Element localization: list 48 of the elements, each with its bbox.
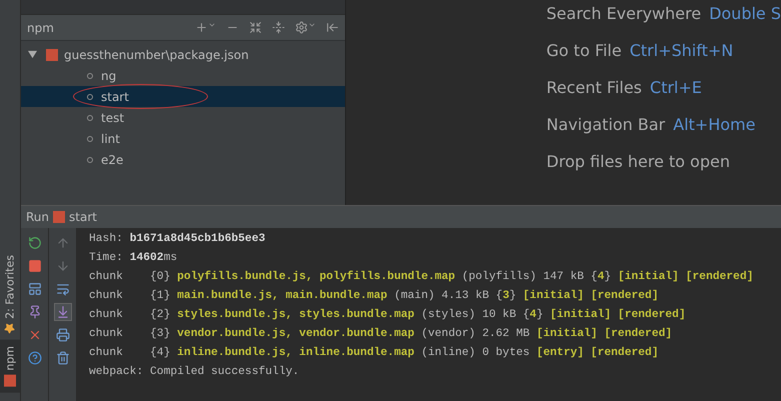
hint-label: Navigation Bar	[546, 114, 666, 134]
settings-icon[interactable]	[295, 21, 316, 34]
console-line: chunk {2} styles.bundle.js, styles.bundle.map (styles) 10 kB {4} [initial] [rendered]	[89, 308, 687, 323]
print-button[interactable]	[54, 326, 72, 344]
script-item[interactable]: e2e	[21, 149, 346, 170]
package-icon	[46, 48, 58, 60]
bullet-icon	[87, 72, 93, 78]
side-tab[interactable]: npm	[0, 340, 20, 393]
bullet-icon	[87, 94, 93, 100]
package-label: guessthenumber\package.json	[64, 48, 249, 62]
bullet-icon	[87, 156, 93, 162]
add-icon[interactable]	[195, 21, 216, 34]
star-icon	[4, 323, 16, 334]
console-line: chunk {0} polyfills.bundle.js, polyfills.bundle.map (polyfills) 147 kB {4} [initial] [rendered]	[89, 270, 754, 285]
panel-title: npm	[27, 20, 55, 34]
expand-icon[interactable]	[249, 21, 262, 34]
hint-label: Go to File	[546, 40, 622, 60]
script-item[interactable]: ng	[21, 65, 346, 86]
console-line: chunk {1} main.bundle.js, main.bundle.map (main) 4.13 kB {3} [initial] [rendered]	[89, 288, 660, 304]
run-config: start	[69, 210, 97, 224]
shortcut-text: Alt+Home	[673, 114, 756, 134]
collapse-icon[interactable]	[272, 21, 286, 34]
npm-icon	[53, 211, 66, 223]
arrow-up-icon	[56, 236, 70, 250]
side-tab[interactable]: 2: Favorites	[0, 249, 20, 340]
help-button[interactable]	[26, 349, 44, 367]
script-item[interactable]: lint	[21, 128, 346, 149]
console-line: Hash: b1671a8d45cb1b6b5ee3	[89, 232, 266, 247]
shortcut-text: Ctrl+E	[650, 78, 702, 96]
console-line: Time: 14602ms	[89, 250, 178, 266]
npm-icon	[4, 375, 16, 387]
shortcut-text: Double S	[709, 4, 781, 22]
script-item[interactable]: test	[21, 107, 346, 128]
drop-hint: Drop files here to open	[546, 152, 730, 170]
caret-icon[interactable]	[28, 50, 37, 59]
shortcut-text: Ctrl+Shift+N	[630, 40, 734, 60]
console-line: chunk {3} vendor.bundle.js, vendor.bundle.map (vendor) 2.62 MB [initial] [rendered]	[89, 326, 674, 342]
console-line: webpack: Compiled successfully.	[89, 364, 300, 380]
console-line: chunk {4} inline.bundle.js, inline.bundle.map (inline) 0 bytes [entry] [rendered]	[89, 346, 660, 361]
bullet-icon	[87, 136, 93, 142]
hint-label: Search Everywhere	[546, 4, 702, 22]
bullet-icon	[87, 114, 93, 120]
hint-label: Recent Files	[546, 78, 642, 96]
hide-icon[interactable]	[326, 21, 340, 34]
run-title: Run	[26, 210, 50, 224]
tree-root[interactable]: guessthenumber\package.json	[21, 44, 346, 65]
scroll-to-end-button[interactable]	[54, 303, 72, 321]
script-item[interactable]: start	[21, 86, 346, 107]
